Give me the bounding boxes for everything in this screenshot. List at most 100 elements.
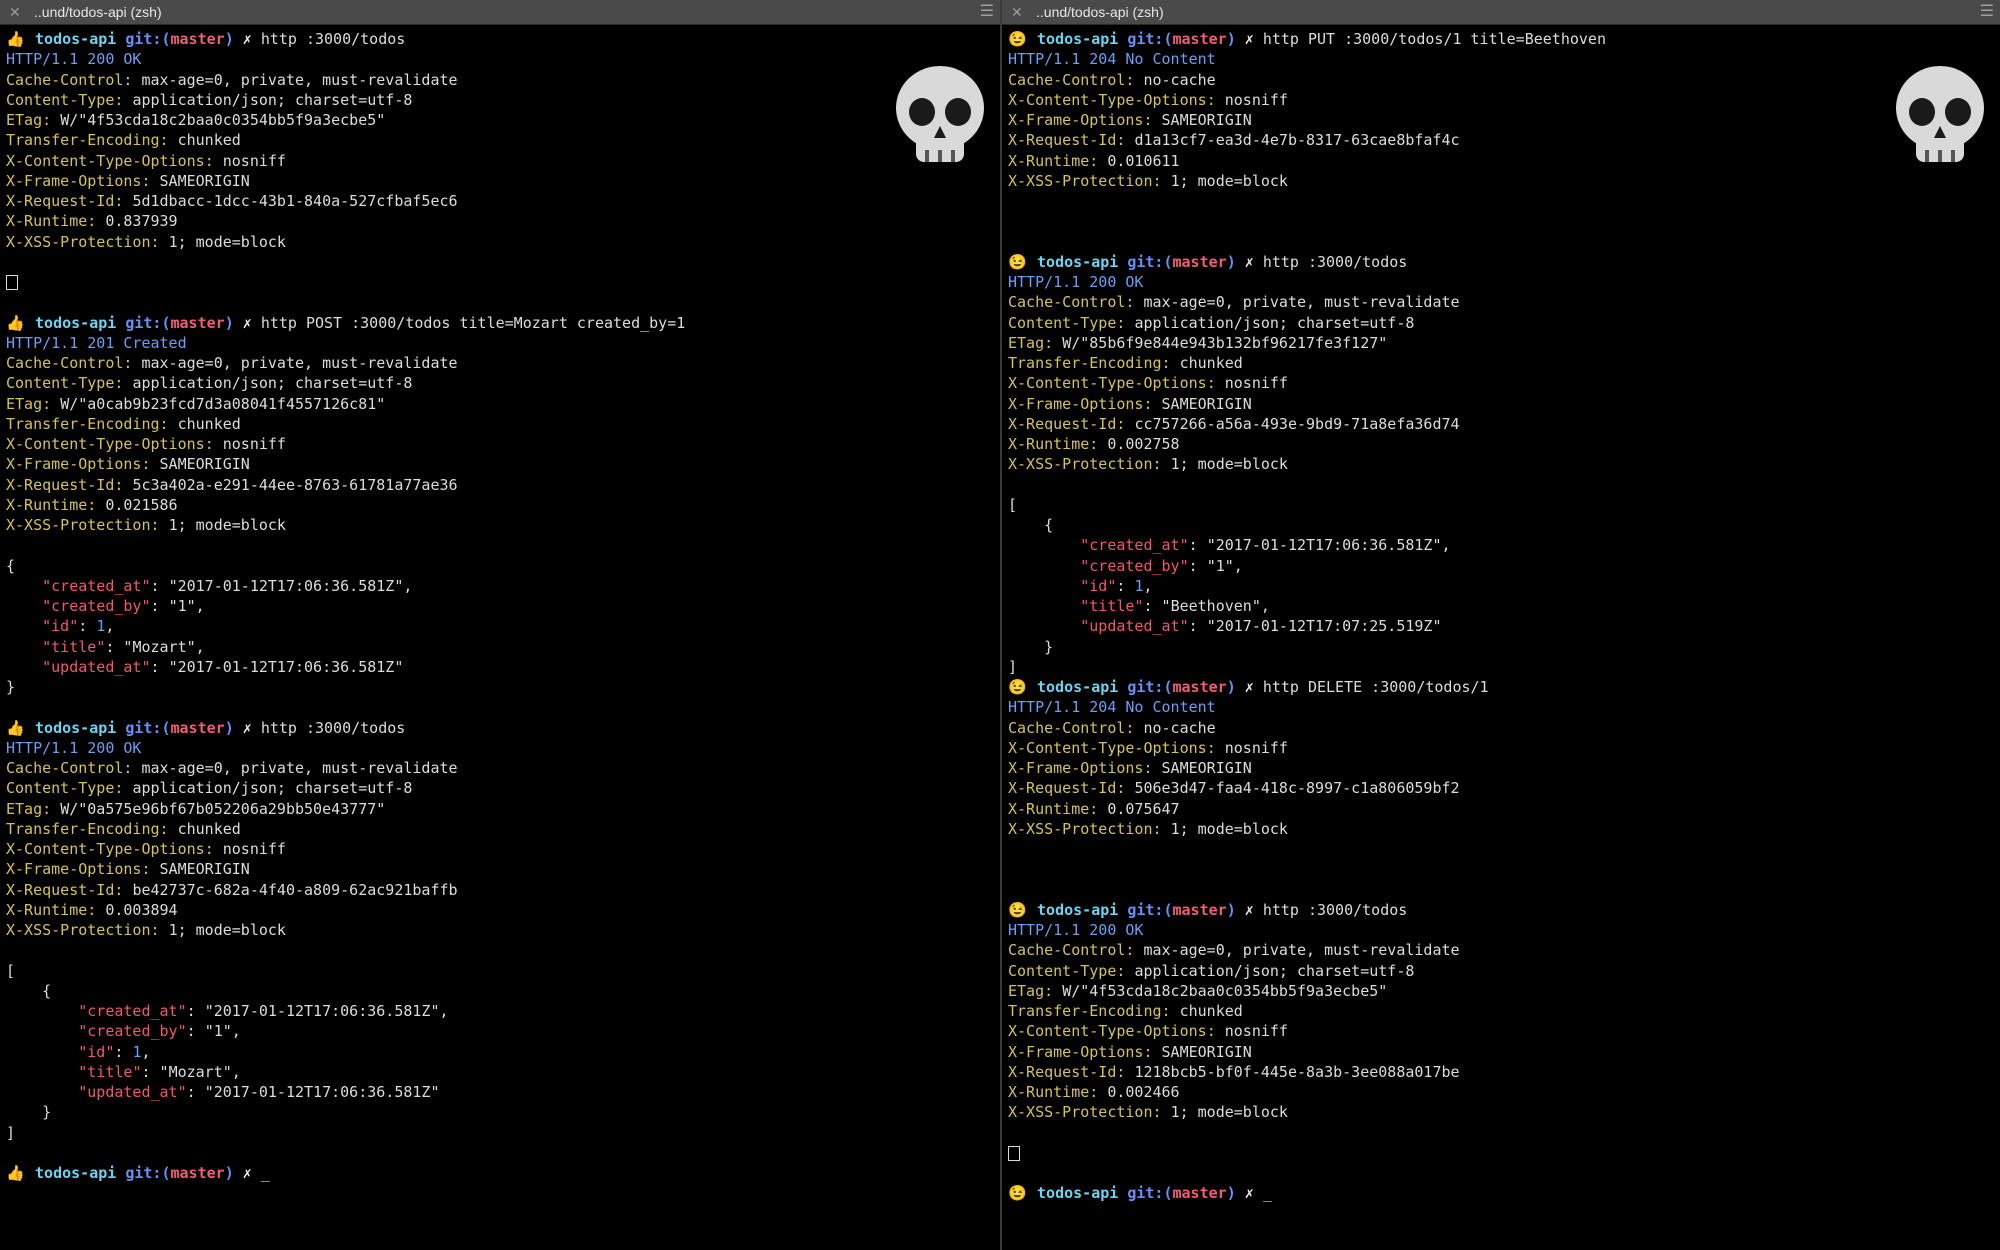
header-separator: :: [1116, 313, 1135, 332]
header-separator: :: [1089, 435, 1108, 453]
http-header-line: X-Content-Type-Options: nosniff: [1008, 90, 2000, 110]
json-field-line: "updated_at": "2017-01-12T17:06:36.581Z": [6, 657, 1000, 677]
prompt-dirty-marker: ✗: [242, 30, 252, 48]
header-value: 0.002466: [1107, 1083, 1180, 1101]
quote: ": [430, 1002, 440, 1020]
header-value: 0.002758: [1107, 435, 1180, 453]
json-key: updated_at: [87, 1083, 178, 1101]
header-key: Transfer-Encoding: [6, 414, 160, 433]
header-key: X-Runtime: [6, 900, 88, 919]
command-text[interactable]: http PUT :3000/todos/1 title=Beethoven: [1263, 30, 1606, 48]
http-header-line: Content-Type: application/json; charset=…: [6, 778, 1000, 798]
header-key: X-Request-Id: [6, 880, 115, 899]
header-key: Cache-Control: [1008, 718, 1126, 737]
empty-response-box-icon: [6, 275, 18, 290]
json-field-line: "id": 1,: [6, 616, 1000, 636]
colon: :: [150, 657, 169, 676]
comma: ,: [105, 617, 115, 636]
terminal-pane-left[interactable]: ✕ ..und/todos-api (zsh) ☰ 👍 todos-api gi…: [0, 0, 1000, 1250]
header-key: Content-Type: [6, 374, 115, 393]
prompt-git-branch: master: [1172, 678, 1227, 696]
prompt-git-branch: master: [1172, 900, 1227, 919]
json-bracket: }: [6, 678, 16, 696]
json-field-line: "title": "Mozart",: [6, 1062, 1000, 1082]
http-status: HTTP/1.1 204 No Content: [1008, 698, 1216, 717]
command-text[interactable]: http DELETE :3000/todos/1: [1263, 678, 1489, 696]
close-icon[interactable]: ✕: [1011, 0, 1023, 24]
quote: ": [159, 1062, 169, 1081]
comma: ,: [1143, 576, 1153, 595]
header-value: 1; mode=block: [168, 516, 286, 534]
http-header-line: X-Request-Id: 506e3d47-faa4-418c-8997-c1…: [1008, 778, 2000, 798]
quote: ": [78, 1062, 88, 1081]
prompt-emoji-icon: 😉: [1008, 678, 1027, 696]
command-text[interactable]: http :3000/todos: [1263, 901, 1408, 919]
http-header-line: X-Request-Id: be42737c-682a-4f40-a809-62…: [6, 880, 1000, 900]
header-separator: :: [114, 374, 133, 393]
command-text[interactable]: http POST :3000/todos title=Mozart creat…: [261, 314, 685, 332]
json-field-line: "updated_at": "2017-01-12T17:06:36.581Z": [6, 1082, 1000, 1102]
json-bracket: {: [1044, 516, 1054, 534]
header-separator: :: [1116, 961, 1135, 980]
http-status: HTTP/1.1 200 OK: [6, 738, 142, 757]
header-key: Transfer-Encoding: [1008, 354, 1162, 372]
close-icon[interactable]: ✕: [9, 0, 21, 24]
prompt-git-branch: master: [1172, 1184, 1227, 1203]
http-header-line: X-Frame-Options: SAMEORIGIN: [6, 859, 1000, 879]
json-key: created_by: [87, 1022, 178, 1041]
header-value: max-age=0, private, must-revalidate: [141, 759, 458, 777]
http-header-line: X-Runtime: 0.075647: [1008, 799, 2000, 819]
command-text[interactable]: http :3000/todos: [261, 30, 406, 48]
prompt-emoji-icon: 👍: [6, 1164, 25, 1182]
command-text[interactable]: http :3000/todos: [1263, 253, 1408, 271]
header-separator: :: [1143, 759, 1162, 777]
terminal-pane-right[interactable]: ✕ ..und/todos-api (zsh) ☰ 😉 todos-api gi…: [1002, 0, 2000, 1250]
comma: ,: [1233, 556, 1243, 575]
prompt-git-label: git:(: [125, 313, 171, 332]
quote: ": [1179, 536, 1189, 555]
http-header-line: X-Runtime: 0.837939: [6, 211, 1000, 231]
json-key: updated_at: [1089, 617, 1180, 636]
http-status-line: HTTP/1.1 204 No Content: [1008, 49, 2000, 69]
terminal-output[interactable]: 😉 todos-api git:(master) ✗ http PUT :300…: [1002, 25, 2000, 1204]
header-value: nosniff: [1224, 1022, 1288, 1041]
http-header-line: Cache-Control: max-age=0, private, must-…: [1008, 292, 2000, 312]
prompt-git-branch: master: [170, 1164, 225, 1182]
terminal-output[interactable]: 👍 todos-api git:(master) ✗ http :3000/to…: [0, 25, 1000, 1183]
empty-body-line: [6, 272, 1000, 292]
quote: ": [42, 637, 52, 656]
header-value: SAMEORIGIN: [1161, 759, 1252, 777]
quote: ": [78, 1083, 88, 1101]
colon: :: [1143, 597, 1162, 615]
json-key: updated_at: [51, 657, 142, 676]
http-header-line: ETag: W/"a0cab9b23fcd7d3a08041f4557126c8…: [6, 394, 1000, 414]
header-key: ETag: [6, 799, 43, 818]
http-header-line: X-Runtime: 0.010611: [1008, 151, 2000, 171]
header-key: X-Content-Type-Options: [6, 435, 205, 453]
command-text[interactable]: http :3000/todos: [261, 719, 406, 737]
header-key: X-Request-Id: [6, 475, 115, 494]
http-header-line: X-Frame-Options: SAMEORIGIN: [1008, 394, 2000, 414]
http-status-line: HTTP/1.1 201 Created: [6, 333, 1000, 353]
header-key: Transfer-Encoding: [1008, 1002, 1162, 1020]
header-separator: :: [1143, 1042, 1162, 1061]
http-header-line: X-Request-Id: d1a13cf7-ea3d-4e7b-8317-63…: [1008, 130, 2000, 150]
prompt-emoji-icon: 👍: [6, 30, 25, 48]
menu-icon[interactable]: ☰: [980, 0, 994, 24]
header-value: 0.003894: [105, 900, 178, 919]
comma: ,: [1441, 536, 1451, 555]
prompt-git-label-end: ): [1226, 900, 1236, 919]
menu-icon[interactable]: ☰: [1980, 0, 1994, 24]
header-key: ETag: [1008, 333, 1045, 352]
